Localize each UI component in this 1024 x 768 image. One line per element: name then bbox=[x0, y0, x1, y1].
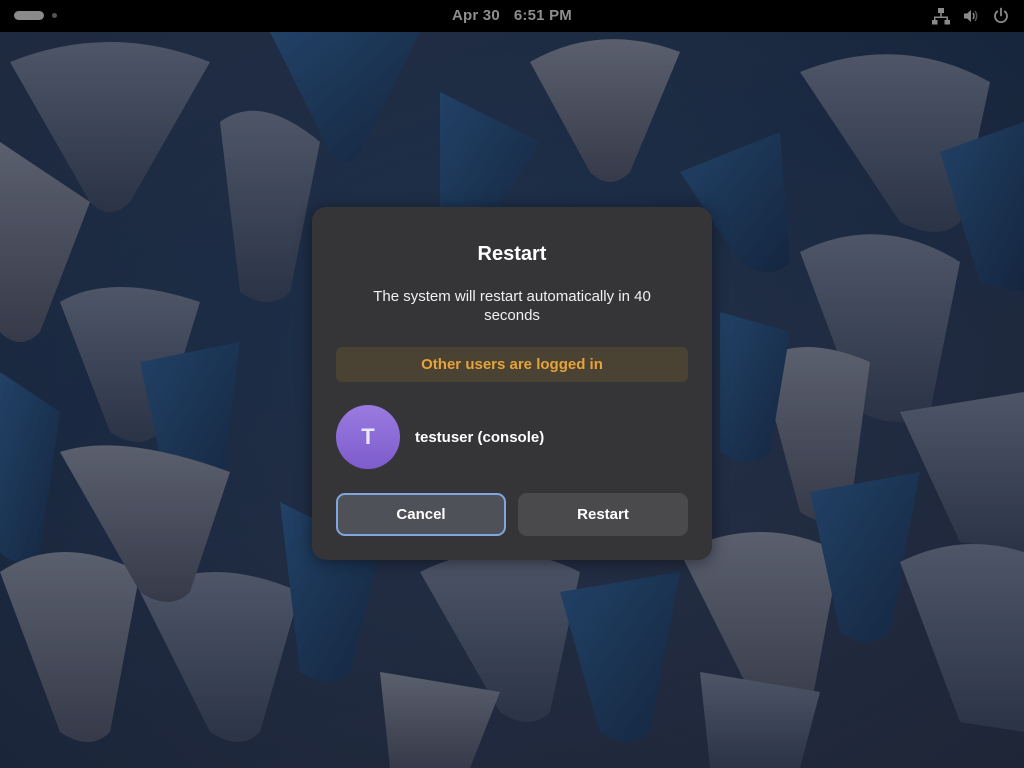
restart-button[interactable]: Restart bbox=[518, 493, 688, 536]
network-wired-icon bbox=[932, 7, 950, 25]
clock[interactable]: Apr 30 6:51 PM bbox=[0, 7, 1024, 24]
dialog-message: The system will restart automatically in… bbox=[373, 288, 651, 324]
cancel-button[interactable]: Cancel bbox=[336, 493, 506, 536]
power-icon bbox=[992, 7, 1010, 25]
top-bar: Apr 30 6:51 PM bbox=[0, 0, 1024, 32]
clock-date: Apr 30 bbox=[452, 7, 500, 24]
dialog-title: Restart bbox=[477, 243, 547, 265]
user-name: testuser (console) bbox=[415, 428, 545, 446]
avatar: T bbox=[336, 405, 400, 469]
system-tray[interactable] bbox=[932, 7, 1010, 25]
desktop: Apr 30 6:51 PM Restart The system will r… bbox=[0, 0, 1024, 768]
logged-in-user: T testuser (console) bbox=[336, 405, 544, 469]
other-users-warning: Other users are logged in bbox=[336, 347, 688, 382]
clock-time: 6:51 PM bbox=[513, 7, 572, 24]
volume-icon bbox=[962, 7, 980, 25]
